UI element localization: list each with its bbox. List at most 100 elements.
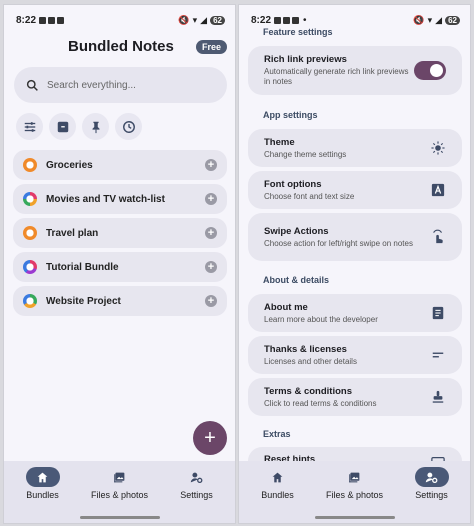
setting-subtitle: Choose font and text size bbox=[264, 191, 355, 201]
setting-subtitle: Automatically generate rich link preview… bbox=[264, 67, 409, 86]
nav-settings[interactable]: Settings bbox=[397, 467, 467, 523]
nav-label: Bundles bbox=[261, 490, 294, 500]
swipe-gesture-icon bbox=[433, 229, 443, 244]
bundle-label: Tutorial Bundle bbox=[46, 261, 119, 273]
photo-status-icon bbox=[283, 16, 291, 24]
status-time: 8:22 bbox=[251, 14, 272, 26]
notes-lines-icon bbox=[432, 352, 444, 358]
setting-title: Theme bbox=[264, 136, 295, 148]
document-icon bbox=[432, 306, 444, 320]
bundle-color-icon bbox=[23, 294, 37, 308]
wifi-icon: ▾ bbox=[192, 14, 198, 25]
recent-button[interactable] bbox=[115, 113, 142, 140]
section-app-settings: App settings bbox=[263, 110, 318, 120]
nav-label: Settings bbox=[180, 490, 213, 500]
section-extras: Extras bbox=[263, 429, 291, 439]
app-title: Bundled Notes bbox=[68, 38, 174, 55]
search-bar[interactable]: Search everything... bbox=[14, 67, 227, 103]
stamp-icon bbox=[432, 390, 444, 403]
archive-icon bbox=[57, 121, 68, 132]
bundle-item-travel[interactable]: Travel plan + bbox=[13, 218, 227, 248]
settings-icon bbox=[425, 472, 438, 483]
sun-icon bbox=[431, 141, 445, 155]
rich-link-toggle[interactable] bbox=[414, 61, 446, 80]
nav-files-pill bbox=[338, 467, 372, 487]
nav-files[interactable]: Files & photos bbox=[85, 467, 155, 523]
chat-status-icon bbox=[292, 16, 300, 24]
free-badge[interactable]: Free bbox=[196, 40, 228, 54]
nav-bundles-pill bbox=[25, 467, 60, 487]
wifi-icon: ▾ bbox=[427, 14, 433, 25]
setting-title: Terms & conditions bbox=[264, 385, 352, 397]
battery-indicator: 62 bbox=[445, 15, 460, 25]
section-about-details: About & details bbox=[263, 275, 330, 285]
bundle-item-groceries[interactable]: Groceries + bbox=[13, 150, 227, 180]
setting-subtitle: Choose action for left/right swipe on no… bbox=[264, 238, 413, 248]
add-note-icon[interactable]: + bbox=[205, 295, 217, 307]
status-bar: 8:22 • 🔇 ▾ ◢ 62 bbox=[251, 13, 460, 27]
nav-bundles-pill bbox=[261, 467, 295, 487]
setting-title: About me bbox=[264, 301, 308, 313]
bottom-nav: Bundles Files & photos Settings bbox=[239, 461, 470, 523]
pin-icon bbox=[92, 121, 99, 133]
nav-label: Settings bbox=[415, 490, 448, 500]
nav-bundles[interactable]: Bundles bbox=[243, 467, 313, 523]
setting-thanks-licenses[interactable]: Thanks & licenses Licenses and other det… bbox=[248, 336, 462, 374]
section-feature-settings: Feature settings bbox=[263, 27, 333, 37]
setting-swipe-actions[interactable]: Swipe Actions Choose action for left/rig… bbox=[248, 213, 462, 261]
settings-screen: 8:22 • 🔇 ▾ ◢ 62 Feature settings Rich li… bbox=[238, 4, 471, 524]
clock-icon bbox=[122, 120, 135, 133]
setting-subtitle: Licenses and other details bbox=[264, 356, 357, 366]
notification-dot-icon: • bbox=[303, 14, 307, 26]
calendar-status-icon bbox=[274, 16, 282, 24]
nav-label: Files & photos bbox=[325, 490, 384, 500]
status-time: 8:22 bbox=[16, 14, 37, 26]
bundle-item-tutorial[interactable]: Tutorial Bundle + bbox=[13, 252, 227, 282]
font-icon bbox=[431, 183, 445, 197]
setting-theme[interactable]: Theme Change theme settings bbox=[248, 129, 462, 167]
add-note-icon[interactable]: + bbox=[205, 159, 217, 171]
photos-icon bbox=[114, 472, 125, 482]
setting-subtitle: Change theme settings bbox=[264, 149, 347, 159]
add-note-icon[interactable]: + bbox=[205, 193, 217, 205]
chat-status-icon bbox=[57, 16, 65, 24]
gesture-handle bbox=[79, 516, 160, 519]
filter-chips bbox=[16, 113, 142, 140]
add-bundle-fab[interactable]: + bbox=[193, 421, 227, 455]
bundle-item-website[interactable]: Website Project + bbox=[13, 286, 227, 316]
nav-files[interactable]: Files & photos bbox=[320, 467, 390, 523]
search-placeholder: Search everything... bbox=[47, 79, 136, 91]
filter-button[interactable] bbox=[16, 113, 43, 140]
settings-icon bbox=[190, 472, 203, 483]
nav-files-pill bbox=[103, 467, 137, 487]
setting-rich-link-previews[interactable]: Rich link previews Automatically generat… bbox=[248, 46, 462, 95]
setting-subtitle: Click to read terms & conditions bbox=[264, 398, 377, 408]
setting-title: Rich link previews bbox=[264, 54, 347, 65]
bottom-nav: Bundles Files & photos Settings bbox=[4, 461, 235, 523]
nav-settings[interactable]: Settings bbox=[162, 467, 232, 523]
calendar-status-icon bbox=[39, 16, 47, 24]
bundle-color-icon bbox=[23, 226, 37, 240]
nav-label: Files & photos bbox=[90, 490, 149, 500]
setting-about-me[interactable]: About me Learn more about the developer bbox=[248, 294, 462, 332]
bundle-label: Movies and TV watch-list bbox=[46, 193, 165, 205]
setting-title: Thanks & licenses bbox=[264, 343, 347, 355]
photo-status-icon bbox=[48, 16, 56, 24]
photos-icon bbox=[349, 472, 360, 482]
nav-settings-pill bbox=[414, 467, 449, 487]
mute-icon: 🔇 bbox=[178, 14, 190, 25]
nav-bundles[interactable]: Bundles bbox=[8, 467, 78, 523]
add-note-icon[interactable]: + bbox=[205, 227, 217, 239]
archive-button[interactable] bbox=[49, 113, 76, 140]
gesture-handle bbox=[314, 516, 395, 519]
bundle-color-icon bbox=[23, 158, 37, 172]
setting-terms-conditions[interactable]: Terms & conditions Click to read terms &… bbox=[248, 378, 462, 416]
home-icon bbox=[37, 472, 48, 482]
setting-font-options[interactable]: Font options Choose font and text size bbox=[248, 171, 462, 209]
add-note-icon[interactable]: + bbox=[205, 261, 217, 273]
pin-button[interactable] bbox=[82, 113, 109, 140]
nav-label: Bundles bbox=[26, 490, 59, 500]
bundle-item-movies[interactable]: Movies and TV watch-list + bbox=[13, 184, 227, 214]
bundles-screen: 8:22 🔇 ▾ ◢ 62 Bundled Notes Free Search … bbox=[3, 4, 236, 524]
bundle-color-icon bbox=[23, 192, 37, 206]
